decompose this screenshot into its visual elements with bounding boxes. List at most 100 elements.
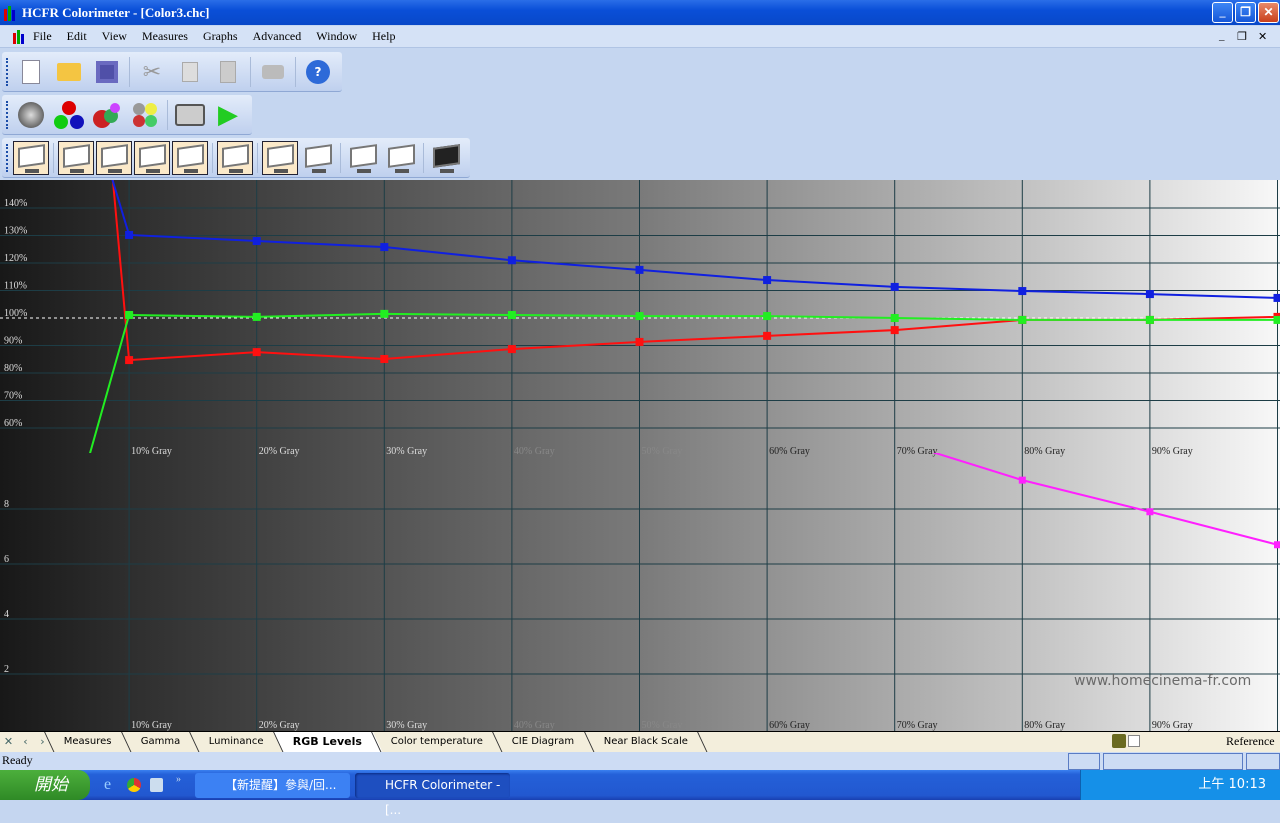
camera-icon[interactable] xyxy=(174,99,206,131)
y-tick-label: 4 xyxy=(4,609,9,620)
option-checkbox[interactable] xyxy=(1128,735,1140,747)
data-point-green xyxy=(1018,316,1026,324)
help-icon[interactable]: ? xyxy=(302,56,334,88)
menu-view[interactable]: View xyxy=(102,29,127,44)
chrome-icon[interactable] xyxy=(127,778,141,792)
data-point-green xyxy=(380,310,388,318)
task-browser[interactable]: 【新提醒】參與/回... xyxy=(195,773,350,798)
x-tick-label: 40% Gray xyxy=(514,720,555,731)
tab-rgb-levels[interactable]: RGB Levels xyxy=(273,732,383,753)
system-tray: 上午 10:13 xyxy=(1080,770,1280,800)
reference-label: Reference xyxy=(1226,734,1275,749)
color-checker-view-icon[interactable] xyxy=(428,141,464,175)
view-tabs: ✕ ‹ › Measures Gamma Luminance RGB Level… xyxy=(0,731,1280,752)
print-icon[interactable] xyxy=(257,56,289,88)
data-point-blue xyxy=(508,256,516,264)
saturation-view-icon[interactable] xyxy=(345,141,381,175)
menu-graphs[interactable]: Graphs xyxy=(203,29,238,44)
color-temperature-view-icon[interactable] xyxy=(172,141,208,175)
cie-diagram-view-icon[interactable] xyxy=(217,141,253,175)
primary-colors-measure-icon[interactable] xyxy=(53,99,85,131)
x-tick-label: 30% Gray xyxy=(386,720,427,731)
measures-view-icon[interactable] xyxy=(13,141,49,175)
tab-cie-diagram[interactable]: CIE Diagram xyxy=(492,732,595,753)
status-text: Ready xyxy=(2,753,33,767)
y-tick-label: 100% xyxy=(4,308,27,319)
data-point-red xyxy=(636,338,644,346)
paste-icon[interactable] xyxy=(212,56,244,88)
data-point-blue xyxy=(763,276,771,284)
x-tick-label: 10% Gray xyxy=(131,720,172,731)
prev-tab-icon[interactable]: ‹ xyxy=(17,734,34,750)
copy-icon[interactable] xyxy=(174,56,206,88)
more-icon[interactable]: » xyxy=(176,774,181,785)
sensor-icon xyxy=(1112,734,1126,748)
watermark: www.homecinema-fr.com xyxy=(1074,673,1251,689)
close-button[interactable]: ✕ xyxy=(1258,2,1279,23)
menu-file[interactable]: File xyxy=(33,29,52,44)
ie-icon[interactable]: e xyxy=(104,776,111,794)
data-point-delta-e xyxy=(1274,541,1280,548)
taskbar: 開始 e » 【新提醒】參與/回... HCFR Colorimeter - [… xyxy=(0,770,1280,800)
clock[interactable]: 上午 10:13 xyxy=(1198,777,1266,792)
y-tick-label: 140% xyxy=(4,198,27,209)
menu-help[interactable]: Help xyxy=(372,29,395,44)
data-point-blue xyxy=(380,243,388,251)
x-tick-label: 50% Gray xyxy=(642,720,683,731)
luminance-view-icon[interactable] xyxy=(96,141,132,175)
minimize-button[interactable]: _ xyxy=(1212,2,1233,23)
y-tick-label: 2 xyxy=(4,664,9,675)
data-point-green xyxy=(125,311,133,319)
rgb-levels-view-icon[interactable] xyxy=(134,141,170,175)
tab-color-temperature[interactable]: Color temperature xyxy=(371,732,504,753)
y-tick-label: 70% xyxy=(4,391,22,402)
menu-edit[interactable]: Edit xyxy=(67,29,87,44)
mdi-restore-button[interactable]: ❐ xyxy=(1237,30,1247,43)
tab-measures[interactable]: Measures xyxy=(44,732,133,753)
menu-measures[interactable]: Measures xyxy=(142,29,188,44)
restore-button[interactable]: ❐ xyxy=(1235,2,1256,23)
status-pane xyxy=(1068,753,1100,770)
tab-near-black-scale[interactable]: Near Black Scale xyxy=(584,732,709,753)
x-tick-label: 90% Gray xyxy=(1152,720,1193,731)
menu-window[interactable]: Window xyxy=(316,29,357,44)
gray-scale-measure-icon[interactable] xyxy=(15,99,47,131)
gamma-view-icon[interactable] xyxy=(58,141,94,175)
status-pane xyxy=(1246,753,1280,770)
near-black-view-icon[interactable] xyxy=(262,141,298,175)
all-colors-measure-icon[interactable] xyxy=(129,99,161,131)
y-tick-label: 130% xyxy=(4,226,27,237)
play-icon[interactable]: ▶ xyxy=(212,99,244,131)
mdi-minimize-button[interactable]: _ xyxy=(1219,30,1225,42)
x-tick-label: 80% Gray xyxy=(1024,446,1065,457)
secondary-colors-measure-icon[interactable] xyxy=(91,99,123,131)
y-tick-label: 110% xyxy=(4,281,27,292)
data-point-delta-e xyxy=(1019,477,1026,484)
y-tick-label: 90% xyxy=(4,336,22,347)
measure-toolbar: ▶ xyxy=(2,95,252,135)
x-tick-label: 80% Gray xyxy=(1024,720,1065,731)
tab-gamma[interactable]: Gamma xyxy=(121,732,201,753)
saturation-shift-view-icon[interactable] xyxy=(383,141,419,175)
open-folder-icon[interactable] xyxy=(53,56,85,88)
data-point-blue xyxy=(891,283,899,291)
task-hcfr[interactable]: HCFR Colorimeter - [... xyxy=(355,773,510,798)
new-file-icon[interactable] xyxy=(15,56,47,88)
doc-icon xyxy=(12,30,26,44)
rgb-levels-chart: 140%130%120%110%100%90%80%70%60%864210% … xyxy=(0,180,1280,731)
standard-toolbar: ✂ ? xyxy=(2,52,342,92)
mdi-close-button[interactable]: ✕ xyxy=(1258,30,1267,43)
x-tick-label: 70% Gray xyxy=(897,720,938,731)
start-button[interactable]: 開始 xyxy=(0,770,90,800)
data-point-red xyxy=(380,355,388,363)
quicklaunch-icon[interactable] xyxy=(150,778,163,792)
save-icon[interactable] xyxy=(91,56,123,88)
close-view-icon[interactable]: ✕ xyxy=(0,734,17,750)
near-white-view-icon[interactable] xyxy=(300,141,336,175)
y-tick-label: 60% xyxy=(4,418,22,429)
tab-luminance[interactable]: Luminance xyxy=(189,732,285,753)
data-point-green xyxy=(763,312,771,320)
cut-icon[interactable]: ✂ xyxy=(136,56,168,88)
menu-advanced[interactable]: Advanced xyxy=(253,29,302,44)
graph-toolbar xyxy=(2,138,470,178)
